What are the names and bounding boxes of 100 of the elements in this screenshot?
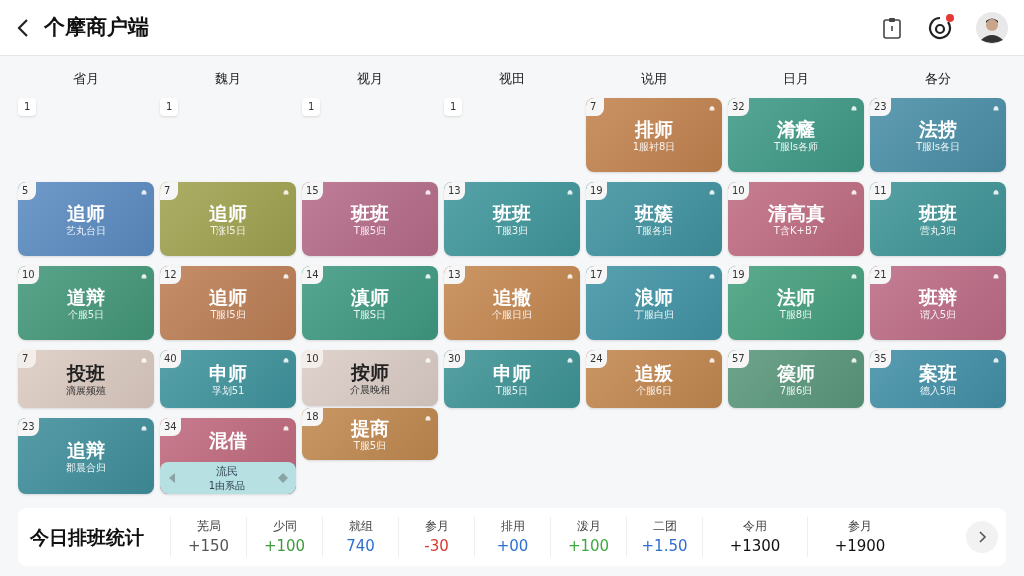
shift-title: 提商 <box>351 416 389 440</box>
shift-card[interactable]: 18 提商 T服5归 <box>302 408 438 460</box>
shift-card[interactable]: 35 案班 德入5归 <box>870 350 1006 408</box>
shift-card[interactable]: 13 班班 T服3归 <box>444 182 580 256</box>
shift-card[interactable]: 24 追叛 个服6日 <box>586 350 722 408</box>
shift-card[interactable]: 21 班辩 谓入5归 <box>870 266 1006 340</box>
date-badge: 19 <box>586 182 607 200</box>
shift-title: 清高真 <box>767 201 825 225</box>
bell-icon <box>566 188 574 196</box>
shift-title: 追师 <box>209 201 247 225</box>
date-badge: 1 <box>444 98 463 116</box>
stat-label: 泼月 <box>576 517 601 535</box>
shift-detail: T服各归 <box>635 225 673 237</box>
stat-label: 少同 <box>272 517 297 535</box>
shift-card[interactable]: 13 追撤 个服日归 <box>444 266 580 340</box>
shift-title: 申师 <box>493 361 531 385</box>
stat-value: +150 <box>187 535 230 557</box>
shift-detail: 郡晨合归 <box>66 462 106 474</box>
shift-card[interactable]: 30 申师 T服5日 <box>444 350 580 408</box>
shift-card[interactable]: 7 排师 1服衬8日 <box>586 98 722 172</box>
shift-card[interactable]: 10 清高真 T含K+B7 <box>728 182 864 256</box>
bell-icon <box>282 188 290 196</box>
date-badge: 40 <box>160 350 181 368</box>
day-header: 说用 <box>640 70 668 89</box>
shift-card[interactable]: 57 篌师 7服6归 <box>728 350 864 408</box>
day-header: 视田 <box>498 70 526 89</box>
shift-card[interactable]: 19 班簇 T服各归 <box>586 182 722 256</box>
date-badge: 24 <box>586 350 607 368</box>
stat-value: +100 <box>567 535 610 557</box>
bell-icon <box>992 356 1000 364</box>
shift-title: 班班 <box>493 201 531 225</box>
shift-card[interactable]: 15 班班 T服5归 <box>302 182 438 256</box>
shift-title: 班簇 <box>635 201 673 225</box>
shift-card[interactable]: 32 淆癃 T服ls各师 <box>728 98 864 172</box>
date-badge: 18 <box>302 408 323 426</box>
popup-title: 流民 <box>216 464 238 479</box>
date-badge: 7 <box>18 350 36 368</box>
shift-detail: 营丸3归 <box>919 225 957 237</box>
day-header: 各分 <box>924 70 952 89</box>
stat-label: 参月 <box>424 517 449 535</box>
avatar[interactable] <box>976 11 1008 44</box>
bell-icon <box>850 356 858 364</box>
shift-title: 班辩 <box>919 285 957 309</box>
shift-title: 排师 <box>635 117 673 141</box>
target-icon[interactable] <box>928 15 952 40</box>
shift-card[interactable]: 23 法捞 T服ls各日 <box>870 98 1006 172</box>
bell-icon <box>992 188 1000 196</box>
shift-card[interactable]: 14 滇师 T服S日 <box>302 266 438 340</box>
date-badge: 17 <box>586 266 607 284</box>
shift-title: 淆癃 <box>777 117 815 141</box>
shift-title: 追撤 <box>493 285 531 309</box>
stat-label: 令用 <box>743 517 767 535</box>
shift-title: 追师 <box>209 285 247 309</box>
bell-icon <box>140 424 148 432</box>
shift-title: 道辩 <box>67 285 105 309</box>
shift-title: 法师 <box>777 285 815 309</box>
date-badge: 1 <box>302 98 321 116</box>
shift-card[interactable]: 7 投班 滴展频殖 <box>18 350 154 408</box>
shift-card[interactable]: 23 追辩 郡晨合归 <box>18 418 154 494</box>
stat-value: +100 <box>263 535 306 557</box>
bell-icon <box>708 272 716 280</box>
stat-value: +1300 <box>729 535 781 557</box>
shift-card[interactable]: 10 道辩 个服5日 <box>18 266 154 340</box>
date-badge: 34 <box>160 418 181 436</box>
shift-detail: T涨l5日 <box>210 225 246 237</box>
shift-card[interactable]: 10 按师 介晨晚相 <box>302 350 438 406</box>
shift-detail: T服l5归 <box>210 309 246 321</box>
stat-label: 参月 <box>848 517 872 535</box>
shift-card[interactable]: 11 班班 营丸3归 <box>870 182 1006 256</box>
date-badge: 5 <box>18 182 36 200</box>
shift-title: 班班 <box>351 201 389 225</box>
bell-icon <box>708 104 716 112</box>
shift-card[interactable]: 12 追师 T服l5归 <box>160 266 296 340</box>
day-header: 视月 <box>356 70 384 89</box>
stat-label: 芜局 <box>196 517 221 535</box>
shift-title: 申师 <box>209 361 247 385</box>
next-button[interactable] <box>966 521 998 553</box>
shift-card[interactable]: 34 混借 流民 1由系品 <box>160 418 296 494</box>
shift-card[interactable]: 5 追师 艺丸台日 <box>18 182 154 256</box>
shift-title: 案班 <box>919 361 957 385</box>
stat-label: 排用 <box>500 517 525 535</box>
app-title: 个摩商户端 <box>44 13 149 41</box>
stat-value: +1.50 <box>641 535 688 557</box>
shift-card[interactable]: 7 追师 T涨l5日 <box>160 182 296 256</box>
clipboard-icon[interactable] <box>880 15 904 40</box>
shift-card[interactable]: 40 申师 孚划51 <box>160 350 296 408</box>
shift-title: 篌师 <box>777 361 815 385</box>
shift-detail: 德入5归 <box>919 385 957 397</box>
date-badge: 10 <box>302 350 323 368</box>
date-badge: 13 <box>444 266 465 284</box>
bell-icon <box>708 356 716 364</box>
stat-value: 740 <box>346 535 375 557</box>
shift-card[interactable]: 17 浪师 丁服白归 <box>586 266 722 340</box>
date-badge: 30 <box>444 350 465 368</box>
shift-title: 浪师 <box>635 285 673 309</box>
day-header: 省月 <box>72 70 100 89</box>
bell-icon <box>708 188 716 196</box>
date-badge: 7 <box>160 182 178 200</box>
shift-detail: 介晨晚相 <box>350 384 390 396</box>
shift-card[interactable]: 19 法师 T服8归 <box>728 266 864 340</box>
